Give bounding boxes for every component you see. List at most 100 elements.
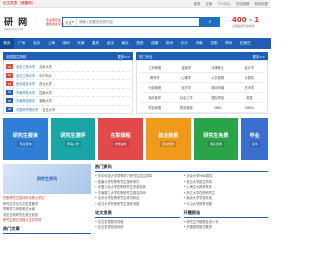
main-panels: 全国招生院校 更多>> 01 北京工商大学 北京大学 02 武汉工商大学 华中科… — [0, 49, 271, 114]
major-panel: 热门专业 更多>> 工商管理 金融学 法律硕士 会计学 教育学 心理学 公共管理… — [136, 52, 268, 114]
nav-item[interactable]: 天津 — [74, 41, 88, 46]
promo-banner[interactable]: 研究生测评 申请入学 — [50, 118, 96, 160]
nav-item[interactable]: 重庆 — [89, 41, 103, 46]
major-link[interactable]: 心理学 — [170, 73, 202, 83]
nav-item[interactable]: 广州 — [15, 41, 29, 46]
major-link[interactable]: 艺术学 — [233, 83, 265, 93]
major-link[interactable]: 临床医学 — [139, 93, 171, 103]
paper-item[interactable]: 论文查重检测系统 — [95, 225, 180, 231]
top-bar: 论文发表（便捷网） 登录 注册 个人中心 在线投稿 网站地图 — [0, 0, 271, 8]
nav-item[interactable]: 西安 — [133, 41, 147, 46]
chevron-down-icon: ▾ — [72, 20, 74, 24]
major-link[interactable]: 英语 — [233, 93, 265, 103]
nav-item[interactable]: 南京 — [118, 41, 132, 46]
search-button[interactable]: ⌕ — [200, 17, 220, 27]
nav-item[interactable]: 深圳 — [59, 41, 73, 46]
major-link[interactable]: 会计学 — [233, 63, 265, 73]
banner-subtitle: 专业咨询 — [17, 140, 34, 147]
school-link[interactable]: 暨南大学 — [39, 90, 52, 95]
promo-banner[interactable]: 就业前景 职业规划 — [145, 118, 191, 160]
top-link-submit[interactable]: 在线投稿 — [236, 1, 250, 6]
major-link[interactable]: 公共管理 — [202, 73, 234, 83]
school-link[interactable]: 华南师范大学 — [16, 90, 35, 95]
school-link[interactable]: 中国科学院大学 — [16, 107, 38, 112]
school-pair: 华南师范大学 暨南大学 — [16, 90, 130, 95]
nav-item[interactable]: 郑州 — [222, 41, 236, 46]
banner-title: 毕业 — [249, 132, 260, 139]
promo-banner[interactable]: 毕业 证书 — [241, 118, 268, 160]
nav-item[interactable]: 沈阳 — [207, 41, 221, 46]
major-panel-more-link[interactable]: 更多>> — [253, 54, 265, 59]
hot-item[interactable]: 中山大学报考流程 — [184, 202, 269, 208]
major-link[interactable]: 物流管理 — [170, 103, 202, 113]
promo-banner[interactable]: 在职课程 学费减免 — [98, 118, 143, 160]
major-link[interactable]: MBA — [202, 103, 234, 113]
site-logo[interactable]: 研 网 www.xxxx.com — [4, 15, 44, 31]
nav-item[interactable]: 济南 — [192, 41, 206, 46]
rank-badge: 04 — [6, 89, 13, 95]
search-category-label: 论文 — [65, 20, 73, 25]
school-panel-title: 全国招生院校 — [6, 54, 27, 59]
major-link[interactable]: 社会工作 — [170, 93, 202, 103]
top-link-register[interactable]: 注册 — [206, 1, 213, 6]
nav-item[interactable]: 石家庄 — [237, 41, 254, 46]
major-link[interactable]: 法律硕士 — [202, 63, 234, 73]
school-link[interactable]: 北京大学 — [39, 64, 52, 69]
banner-title: 就业前景 — [158, 132, 179, 139]
nav-item[interactable]: 杭州 — [163, 41, 177, 46]
banner-title: 在职课程 — [110, 132, 131, 139]
major-link[interactable]: 项目管理 — [139, 103, 171, 113]
top-link-sitemap[interactable]: 网站地图 — [254, 1, 268, 6]
major-link[interactable]: 新闻传播 — [202, 83, 234, 93]
school-link[interactable]: 复旦大学 — [42, 107, 55, 112]
school-link[interactable]: 西北政法大学 — [16, 81, 35, 86]
school-pair: 中南财经政法 湖南大学 — [16, 98, 130, 103]
search-category-select[interactable]: 论文 ▾ — [63, 18, 77, 26]
promo-banner[interactable]: 研究生免费 报名咨询 — [193, 118, 239, 160]
school-link[interactable]: 中南财经政法 — [16, 98, 35, 103]
school-link[interactable]: 北京工商大学 — [16, 64, 35, 69]
major-link[interactable]: 金融学 — [170, 63, 202, 73]
school-link[interactable]: 西北大学 — [39, 81, 52, 86]
major-link[interactable]: 工商管理 — [139, 63, 171, 73]
major-link[interactable]: 计算机 — [233, 73, 265, 83]
nav-item[interactable]: 北京 — [30, 41, 44, 46]
nav-item[interactable]: 成都 — [148, 41, 162, 46]
news-item[interactable]: 研究生报名流程与注意事项 — [3, 218, 91, 224]
news-thumbnail[interactable]: 研究生资讯 — [3, 164, 91, 194]
news-column: 研究生资讯 在职研究生如何申请硕士学位 研究生毕业论文发表要求 同等学力申硕考试… — [3, 164, 91, 236]
banner-title: 研究生测评 — [60, 132, 86, 139]
list-item: 01 北京工商大学 北京大学 — [6, 63, 130, 72]
promo-banner[interactable]: 研究生报读 专业咨询 — [3, 118, 48, 160]
nav-item[interactable]: 武汉 — [103, 41, 117, 46]
bottom-lists: 论文发表 论文发表服务流程 论文查重检测系统 开题报告 研究生开题报告怎么写 开… — [95, 210, 268, 231]
major-link[interactable]: 教育学 — [139, 73, 171, 83]
banner-subtitle: 申请入学 — [64, 140, 81, 147]
rank-badge: 02 — [6, 72, 13, 78]
major-link[interactable]: EMBA — [233, 103, 265, 113]
major-link[interactable]: 行政管理 — [139, 83, 171, 93]
school-link[interactable]: 湖南大学 — [39, 98, 52, 103]
section-title: 论文发表 — [95, 210, 180, 218]
school-link[interactable]: 武汉工商大学 — [16, 73, 35, 78]
nav-item[interactable]: 上海 — [44, 41, 58, 46]
school-link[interactable]: 华中科大 — [39, 73, 52, 78]
hot-list-side: 北京大学MBA报名 复旦大学招生简章 上海交大报考条件 浙江大学在职研究生 南京… — [184, 174, 269, 208]
nav-item[interactable]: 长沙 — [177, 41, 191, 46]
major-link[interactable]: 国际贸易 — [202, 93, 234, 103]
major-grid-wrapper: 工商管理 金融学 法律硕士 会计学 教育学 心理学 公共管理 计算机 行政管理 … — [136, 60, 268, 114]
top-link-login[interactable]: 登录 — [194, 1, 201, 6]
school-pair: 中国科学院大学 复旦大学 — [16, 107, 130, 112]
major-link[interactable]: 经济学 — [170, 83, 202, 93]
nav-item-home[interactable]: 首页 — [0, 38, 14, 49]
top-bar-title[interactable]: 论文发表（便捷网） — [3, 1, 35, 6]
top-bar-links: 登录 注册 个人中心 在线投稿 网站地图 — [194, 1, 268, 6]
proposal-item[interactable]: 开题报告格式要求 — [184, 225, 269, 231]
hot-item[interactable]: 武汉大学在职研究生报考流程 — [95, 202, 180, 208]
top-link-user-center[interactable]: 个人中心 — [217, 1, 231, 6]
school-panel-more-link[interactable]: 更多>> — [118, 54, 130, 59]
list-item: 02 武汉工商大学 华中科大 — [6, 72, 130, 80]
section-title: 开题报告 — [183, 210, 268, 218]
search-input[interactable] — [77, 18, 199, 26]
phone-tip: 全国免费咨询热线 — [232, 24, 255, 28]
